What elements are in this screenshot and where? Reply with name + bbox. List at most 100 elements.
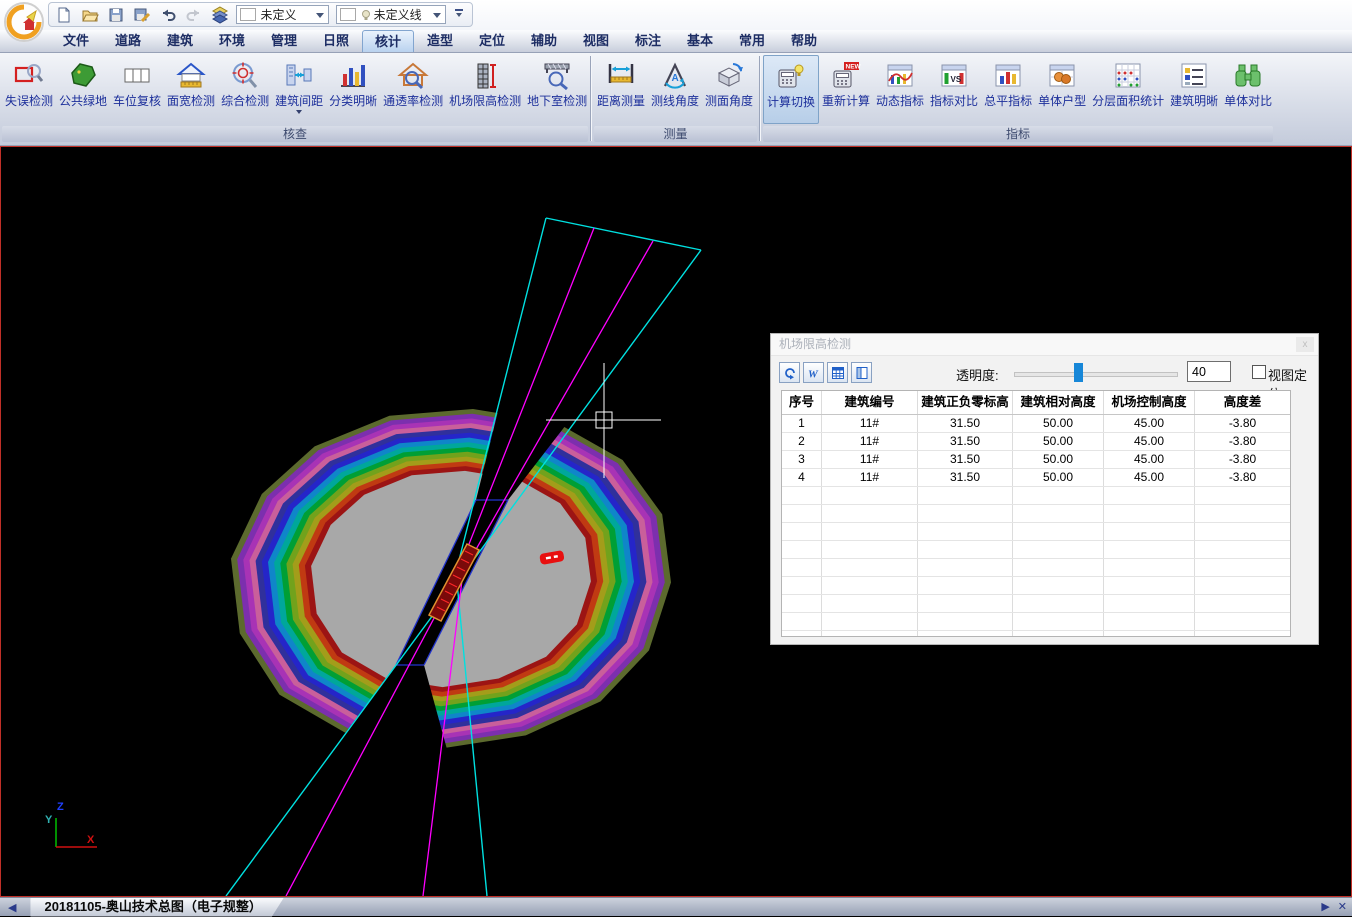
table-row[interactable]: 4 11# 31.50 50.00 45.00 -3.80	[782, 469, 1290, 487]
btn-calc-switch[interactable]: 计算切换	[763, 55, 819, 124]
table-empty-row[interactable]	[782, 559, 1290, 577]
header-seq[interactable]: 序号	[782, 391, 822, 414]
table-row[interactable]: 3 11# 31.50 50.00 45.00 -3.80	[782, 451, 1290, 469]
dialog-close-button[interactable]: x	[1296, 337, 1314, 352]
building-spacing-icon	[283, 57, 315, 94]
btn-classification[interactable]: 分类明晰	[326, 55, 380, 124]
btn-basement-detect[interactable]: 地下室检测	[524, 55, 590, 124]
layers-icon[interactable]	[211, 5, 230, 25]
tab-environment[interactable]: 环境	[206, 30, 258, 52]
btn-face-angle[interactable]: 测面角度	[702, 55, 756, 124]
tab-positioning[interactable]: 定位	[466, 30, 518, 52]
btn-green-space[interactable]: 公共绿地	[56, 55, 110, 124]
btn-comprehensive-detect[interactable]: 综合检测	[218, 55, 272, 124]
header-zero-elevation[interactable]: 建筑正负零标高	[918, 391, 1013, 414]
header-height-diff[interactable]: 高度差	[1195, 391, 1290, 414]
table-empty-row[interactable]	[782, 541, 1290, 559]
table-empty-row[interactable]	[782, 577, 1290, 595]
btn-line-angle[interactable]: A 测线角度	[648, 55, 702, 124]
tab-building[interactable]: 建筑	[154, 30, 206, 52]
btn-floor-area-stats[interactable]: 分层面积统计	[1089, 55, 1167, 124]
btn-dynamic-index[interactable]: 动态指标	[873, 55, 927, 124]
layer-style-dropdown[interactable]: 未定义	[236, 5, 328, 24]
airport-height-dialog: 机场限高检测 x W 透明度: 视图定位	[770, 333, 1319, 645]
tab-road[interactable]: 道路	[102, 30, 154, 52]
tab-modeling[interactable]: 造型	[414, 30, 466, 52]
svg-text:NEW: NEW	[846, 63, 862, 70]
tab-basic[interactable]: 基本	[674, 30, 726, 52]
parking-check-icon	[121, 57, 153, 94]
btn-unit-type[interactable]: 单体户型	[1035, 55, 1089, 124]
btn-airport-height-detect[interactable]: 机场限高检测	[446, 55, 524, 124]
tab-view[interactable]: 视图	[570, 30, 622, 52]
btn-distance-measure[interactable]: 距离测量	[594, 55, 648, 124]
table-empty-row[interactable]	[782, 613, 1290, 631]
header-control-height[interactable]: 机场控制高度	[1104, 391, 1195, 414]
table-empty-row[interactable]	[782, 505, 1290, 523]
dialog-title: 机场限高检测	[779, 337, 851, 351]
btn-unit-compare[interactable]: 单体对比	[1221, 55, 1275, 124]
next-drawing-arrow[interactable]: ▶	[1321, 900, 1329, 913]
calc-switch-icon	[775, 58, 807, 95]
app-logo-icon[interactable]	[3, 1, 45, 43]
comprehensive-detect-icon	[229, 57, 261, 94]
open-file-icon[interactable]	[81, 5, 100, 25]
save-as-icon[interactable]	[133, 5, 152, 25]
tab-sunlight[interactable]: 日照	[310, 30, 362, 52]
tab-file[interactable]: 文件	[50, 30, 102, 52]
tab-common[interactable]: 常用	[726, 30, 778, 52]
header-relative-height[interactable]: 建筑相对高度	[1013, 391, 1104, 414]
export-word-button[interactable]: W	[803, 362, 824, 383]
table-empty-row[interactable]	[782, 631, 1290, 637]
slider-thumb[interactable]	[1074, 363, 1083, 382]
table-header-row: 序号 建筑编号 建筑正负零标高 建筑相对高度 机场控制高度 高度差	[782, 391, 1290, 415]
close-drawing-button[interactable]: ✕	[1338, 900, 1347, 913]
header-building-no[interactable]: 建筑编号	[822, 391, 918, 414]
slider-track[interactable]	[1014, 372, 1178, 377]
menu-tab-bar: 文件 道路 建筑 环境 管理 日照 核计 造型 定位 辅助 视图 标注 基本 常…	[0, 30, 1352, 53]
dynamic-index-icon	[884, 57, 916, 94]
tab-help[interactable]: 帮助	[778, 30, 830, 52]
table-empty-row[interactable]	[782, 487, 1290, 505]
btn-site-index[interactable]: 总平指标	[981, 55, 1035, 124]
export-excel-button[interactable]	[827, 362, 848, 383]
column-view-button[interactable]	[851, 362, 872, 383]
table-row[interactable]: 2 11# 31.50 50.00 45.00 -3.80	[782, 433, 1290, 451]
toolbar-overflow-button[interactable]	[453, 5, 466, 25]
tab-annotation[interactable]: 标注	[622, 30, 674, 52]
btn-index-compare[interactable]: VS 指标对比	[927, 55, 981, 124]
ribbon-divider	[590, 56, 592, 141]
btn-parking-check[interactable]: 车位复核	[110, 55, 164, 124]
tab-management[interactable]: 管理	[258, 30, 310, 52]
btn-building-clarity[interactable]: 建筑明晰	[1167, 55, 1221, 124]
svg-text:X: X	[87, 834, 95, 846]
save-icon[interactable]	[107, 5, 126, 25]
drawing-tab[interactable]: 20181105-奥山技术总图（电子规整）	[30, 898, 283, 917]
view-locate-checkbox[interactable]	[1252, 365, 1266, 379]
refresh-button[interactable]	[779, 362, 800, 383]
table-empty-row[interactable]	[782, 595, 1290, 613]
ribbon-group-index: 计算切换 NEW 重新计算 动态指标 VS 指标对比 总平指标	[763, 55, 1275, 124]
chevron-down-icon	[316, 13, 324, 22]
dialog-title-bar[interactable]: 机场限高检测	[771, 334, 1318, 356]
transparency-input[interactable]	[1187, 361, 1231, 382]
new-file-icon[interactable]	[55, 5, 74, 25]
prev-drawing-arrow[interactable]: ◀	[8, 901, 16, 914]
btn-building-spacing[interactable]: 建筑间距	[272, 55, 326, 124]
transparency-label: 透明度:	[956, 365, 999, 384]
btn-face-width[interactable]: 面宽检测	[164, 55, 218, 124]
line-style-dropdown[interactable]: 未定义线	[336, 5, 446, 24]
overflow-bar-icon	[455, 9, 463, 11]
table-empty-row[interactable]	[782, 523, 1290, 541]
table-row[interactable]: 1 11# 31.50 50.00 45.00 -3.80	[782, 415, 1290, 433]
tab-check-selected[interactable]: 核计	[362, 30, 414, 52]
undo-icon[interactable]	[159, 5, 178, 25]
transparency-slider[interactable]	[1014, 359, 1176, 386]
btn-error-detect[interactable]: 失误检测	[2, 55, 56, 124]
building-clarity-icon	[1178, 57, 1210, 94]
redo-icon[interactable]	[185, 5, 204, 25]
btn-transparency-detect[interactable]: 通透率检测	[380, 55, 446, 124]
distance-measure-icon	[605, 57, 637, 94]
btn-recalculate[interactable]: NEW 重新计算	[819, 55, 873, 124]
tab-assist[interactable]: 辅助	[518, 30, 570, 52]
